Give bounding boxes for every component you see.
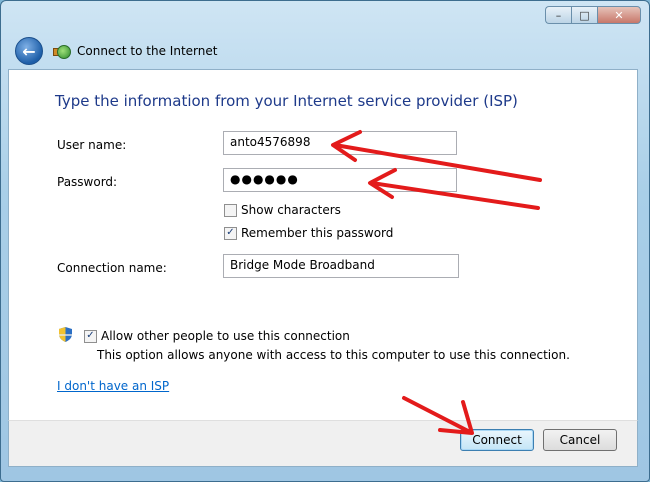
show-characters-row[interactable]: Show characters <box>224 203 341 217</box>
navigation-bar: ← Connect to the Internet <box>15 37 217 65</box>
allow-others-row[interactable]: ✓ Allow other people to use this connect… <box>84 329 350 343</box>
back-button[interactable]: ← <box>15 37 43 65</box>
uac-shield-icon <box>59 327 72 342</box>
dialog-window: – □ ✕ ← Connect to the Internet Type the… <box>0 0 650 482</box>
back-arrow-icon: ← <box>22 41 36 61</box>
allow-others-description: This option allows anyone with access to… <box>97 348 570 362</box>
wizard-content: Type the information from your Internet … <box>8 69 638 421</box>
remember-password-row[interactable]: ✓ Remember this password <box>224 226 393 240</box>
password-label: Password: <box>57 175 118 189</box>
user-name-input[interactable]: anto4576898 <box>223 131 457 155</box>
caption-buttons: – □ ✕ <box>545 6 641 24</box>
remember-password-checkbox[interactable]: ✓ <box>224 226 237 240</box>
user-name-label: User name: <box>57 138 127 152</box>
connect-button[interactable]: Connect <box>460 429 534 451</box>
no-isp-link[interactable]: I don't have an ISP <box>57 379 169 393</box>
close-button[interactable]: ✕ <box>597 6 641 24</box>
connection-name-input[interactable]: Bridge Mode Broadband <box>223 254 459 278</box>
remember-password-label: Remember this password <box>241 226 394 240</box>
show-characters-label: Show characters <box>241 203 341 217</box>
show-characters-checkbox[interactable] <box>224 203 237 217</box>
minimize-button[interactable]: – <box>545 6 571 24</box>
allow-others-label: Allow other people to use this connectio… <box>101 329 350 343</box>
page-heading: Type the information from your Internet … <box>55 92 518 110</box>
maximize-button[interactable]: □ <box>571 6 597 24</box>
cancel-button[interactable]: Cancel <box>543 429 617 451</box>
password-input[interactable]: ●●●●●● <box>223 168 457 192</box>
wizard-title: Connect to the Internet <box>77 44 218 58</box>
network-connection-icon <box>53 43 71 59</box>
allow-others-checkbox[interactable]: ✓ <box>84 329 97 343</box>
connection-name-label: Connection name: <box>57 261 167 275</box>
wizard-footer: Connect Cancel <box>8 420 638 467</box>
